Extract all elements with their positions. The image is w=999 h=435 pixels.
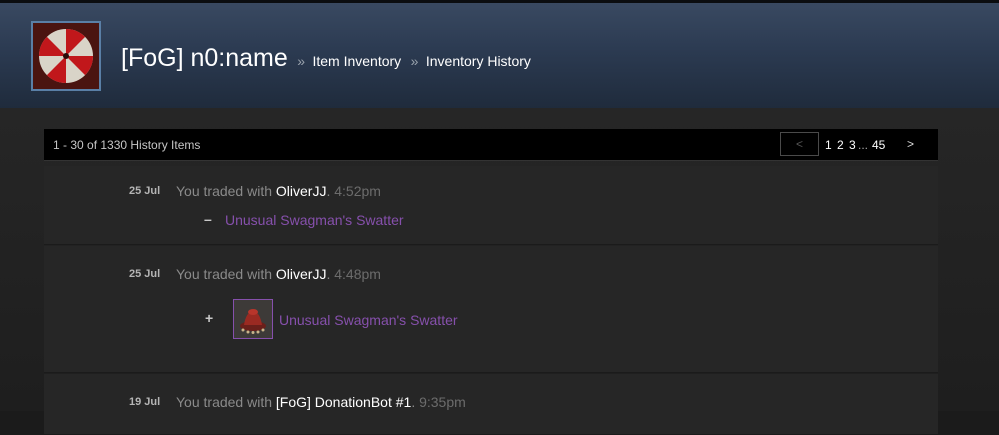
history-row: 25 Jul You traded with OliverJJ. 4:52pm …	[44, 166, 938, 245]
page-link-2[interactable]: 2	[837, 138, 844, 152]
trade-partner-link[interactable]: [FoG] DonationBot #1	[276, 394, 411, 410]
swagman-swatter-icon	[234, 300, 272, 338]
breadcrumb-inventory-history[interactable]: Inventory History	[426, 53, 531, 69]
breadcrumb-item-inventory[interactable]: Item Inventory	[312, 53, 401, 69]
next-page-button[interactable]: >	[907, 137, 914, 151]
pagination-bar: 1 - 30 of 1330 History Items < 1 2 3 ...…	[44, 129, 938, 161]
page-link-45[interactable]: 45	[872, 138, 885, 152]
history-description: You traded with OliverJJ. 4:48pm	[176, 266, 381, 282]
history-date: 25 Jul	[129, 268, 161, 280]
breadcrumb-separator: »	[297, 53, 305, 69]
profile-name[interactable]: [FoG] n0:name	[121, 44, 288, 72]
item-thumbnail[interactable]	[233, 299, 273, 339]
item-link[interactable]: Unusual Swagman's Swatter	[225, 212, 404, 228]
umbrella-logo-icon	[33, 23, 99, 89]
prev-page-button[interactable]: <	[780, 132, 819, 156]
history-row: 25 Jul You traded with OliverJJ. 4:48pm …	[44, 246, 938, 373]
history-description: You traded with [FoG] DonationBot #1. 9:…	[176, 394, 466, 410]
page-ellipsis: ...	[858, 138, 869, 152]
history-date: 19 Jul	[129, 396, 161, 408]
trade-partner-link[interactable]: OliverJJ	[276, 183, 327, 199]
item-added-sign: +	[205, 310, 214, 326]
trade-prefix: You traded with	[176, 394, 276, 410]
history-row: 19 Jul You traded with [FoG] DonationBot…	[44, 374, 938, 435]
trade-partner-link[interactable]: OliverJJ	[276, 266, 327, 282]
inventory-history-panel: 1 - 30 of 1330 History Items < 1 2 3 ...…	[44, 129, 938, 435]
trade-prefix: You traded with	[176, 266, 276, 282]
avatar[interactable]	[31, 21, 101, 91]
history-date: 25 Jul	[129, 185, 161, 197]
history-description: You traded with OliverJJ. 4:52pm	[176, 183, 381, 199]
history-time: 4:52pm	[334, 183, 381, 199]
item-removed-sign: –	[204, 211, 212, 227]
history-count: 1 - 30 of 1330 History Items	[53, 138, 201, 152]
trade-suffix: .	[411, 394, 420, 410]
trade-prefix: You traded with	[176, 183, 276, 199]
page-link-1[interactable]: 1	[825, 138, 832, 152]
profile-header: [FoG] n0:name » Item Inventory » Invento…	[0, 0, 999, 109]
page-link-3[interactable]: 3	[849, 138, 856, 152]
item-link[interactable]: Unusual Swagman's Swatter	[279, 312, 458, 328]
breadcrumb-separator: »	[410, 53, 419, 69]
history-time: 4:48pm	[334, 266, 381, 282]
history-time: 9:35pm	[419, 394, 466, 410]
